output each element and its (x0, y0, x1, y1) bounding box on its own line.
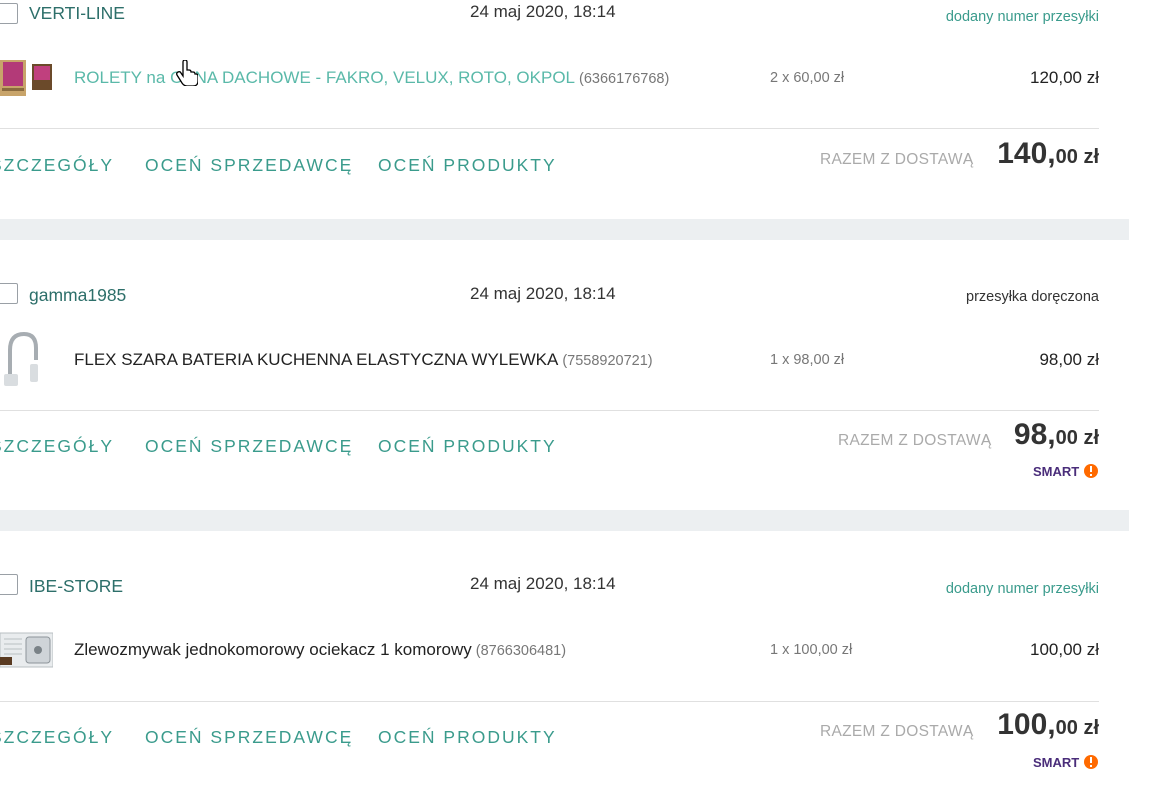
hand-cursor-icon (176, 60, 198, 86)
order-total: 100,00 zł (997, 708, 1099, 742)
details-button[interactable]: SZCZEGÓŁY (0, 727, 114, 748)
rate-products-button[interactable]: OCEŃ PRODUKTY (378, 727, 557, 748)
order-checkbox[interactable] (0, 3, 18, 24)
details-button[interactable]: SZCZEGÓŁY (0, 436, 114, 457)
order-card: gamma1985 24 maj 2020, 18:14 przesyłka d… (0, 240, 1129, 510)
total-label: RAZEM Z DOSTAWĄ (838, 432, 992, 449)
product-price: 120,00 zł (1030, 68, 1099, 87)
smart-badge-text: SMART (1033, 755, 1079, 770)
product-id: (7558920721) (562, 353, 653, 369)
product-id: (8766306481) (475, 643, 567, 659)
rate-seller-button[interactable]: OCEŃ SPRZEDAWCĘ (145, 727, 353, 748)
product-quantity: 1 x 98,00 zł (770, 352, 845, 368)
rate-products-button[interactable]: OCEŃ PRODUKTY (378, 155, 557, 176)
product-price: 98,00 zł (1039, 350, 1099, 369)
product-thumbnail[interactable] (0, 330, 40, 388)
smart-badge-text: SMART (1033, 464, 1079, 479)
total-sub: 00 zł (1055, 717, 1099, 739)
product-name[interactable]: FLEX SZARA BATERIA KUCHENNA ELASTYCZNA W… (74, 350, 558, 369)
total-label: RAZEM Z DOSTAWĄ (820, 723, 974, 740)
order-date: 24 maj 2020, 18:14 (470, 2, 616, 21)
total-sub: 00 zł (1055, 427, 1099, 449)
product-price: 100,00 zł (1030, 640, 1099, 659)
total-main: 100, (997, 708, 1056, 741)
divider (0, 128, 1099, 129)
details-button[interactable]: SZCZEGÓŁY (0, 155, 114, 176)
order-date: 24 maj 2020, 18:14 (470, 574, 616, 593)
page-margin (1129, 0, 1164, 787)
product-thumbnail[interactable] (0, 631, 53, 671)
order-card: VERTI-LINE 24 maj 2020, 18:14 dodany num… (0, 0, 1129, 219)
total-main: 98, (1013, 418, 1056, 451)
product-quantity: 1 x 100,00 zł (770, 642, 853, 658)
order-total: 98,00 zł (1014, 418, 1099, 452)
product-name-link[interactable]: ROLETY na OKNA DACHOWE - FAKRO, VELUX, R… (74, 68, 669, 88)
product-name-link[interactable]: FLEX SZARA BATERIA KUCHENNA ELASTYCZNA W… (74, 350, 653, 370)
smart-badge-icon: SMART (1033, 464, 1098, 479)
shipping-status[interactable]: dodany numer przesyłki (946, 9, 1099, 25)
total-sub: 00 zł (1055, 146, 1099, 168)
total-label: RAZEM Z DOSTAWĄ (820, 151, 974, 168)
seller-name[interactable]: gamma1985 (29, 285, 126, 306)
order-date: 24 maj 2020, 18:14 (470, 284, 616, 303)
smart-badge-icon: SMART (1033, 755, 1098, 770)
order-card: IBE-STORE 24 maj 2020, 18:14 dodany nume… (0, 531, 1129, 787)
order-total: 140,00 zł (997, 137, 1099, 171)
product-name-link[interactable]: Zlewozmywak jednokomorowy ociekacz 1 kom… (74, 640, 566, 660)
seller-name[interactable]: VERTI-LINE (29, 3, 125, 24)
seller-name[interactable]: IBE-STORE (29, 576, 123, 597)
product-name[interactable]: ROLETY na OKNA DACHOWE - FAKRO, VELUX, R… (74, 68, 575, 87)
divider (0, 410, 1099, 411)
total-main: 140, (997, 137, 1056, 170)
divider (0, 701, 1099, 702)
order-checkbox[interactable] (0, 283, 18, 304)
product-id: (6366176768) (579, 71, 670, 87)
order-checkbox[interactable] (0, 574, 18, 595)
rate-seller-button[interactable]: OCEŃ SPRZEDAWCĘ (145, 436, 353, 457)
rate-seller-button[interactable]: OCEŃ SPRZEDAWCĘ (145, 155, 353, 176)
product-name[interactable]: Zlewozmywak jednokomorowy ociekacz 1 kom… (74, 640, 472, 659)
rate-products-button[interactable]: OCEŃ PRODUKTY (378, 436, 557, 457)
product-thumbnail[interactable] (0, 58, 53, 98)
product-quantity: 2 x 60,00 zł (770, 70, 845, 86)
shipping-status: przesyłka doręczona (966, 289, 1099, 305)
shipping-status[interactable]: dodany numer przesyłki (946, 581, 1099, 597)
